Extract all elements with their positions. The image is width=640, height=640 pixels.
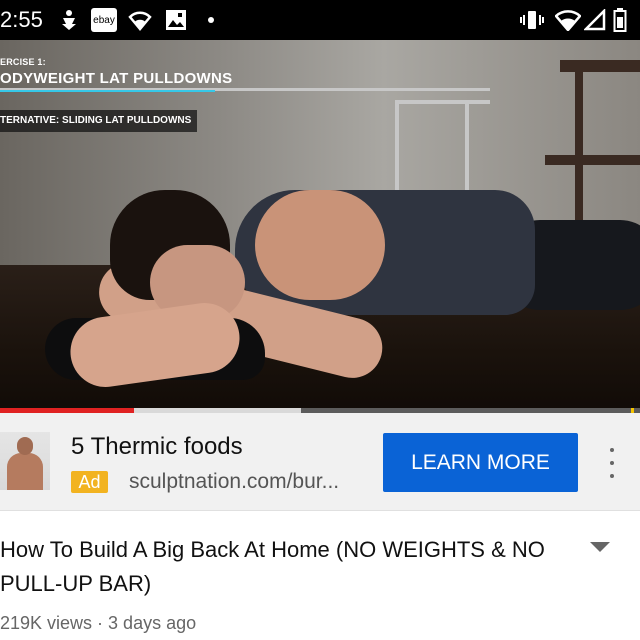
vibrate-icon [520,8,544,32]
video-overlay-alternative: TERNATIVE: SLIDING LAT PULLDOWNS [0,110,198,132]
download-icon [58,8,80,32]
more-options-icon[interactable] [602,448,622,478]
signal-icon [584,8,606,32]
ad-thumbnail[interactable] [0,432,50,490]
video-cat-tower [545,155,640,165]
video-overlay-title: ODYWEIGHT LAT PULLDOWNS [0,70,233,87]
wifi-notification-icon [127,8,153,32]
ebay-icon: ebay [91,8,117,32]
video-player[interactable]: ERCISE 1: ODYWEIGHT LAT PULLDOWNS TERNAT… [0,40,640,412]
notification-dot-icon [208,17,214,23]
video-meta: 219K views · 3 days ago [0,613,197,633]
expand-description-icon[interactable] [587,540,613,560]
battery-icon [612,8,628,32]
wifi-icon [555,8,581,32]
status-bar: 2:55 ebay [0,0,640,40]
learn-more-button[interactable]: LEARN MORE [383,433,578,492]
ad-title[interactable]: 5 Thermic foods [71,433,243,461]
ad-banner[interactable]: 5 Thermic foods Ad sculptnation.com/bur.… [0,413,640,510]
video-rail [395,100,490,104]
video-cat-tower [560,60,640,72]
video-title[interactable]: How To Build A Big Back At Home (NO WEIG… [0,533,570,601]
video-person-shoulder [255,190,385,300]
ad-badge: Ad [71,471,108,493]
video-overlay-label: ERCISE 1: [0,57,46,67]
video-overlay-accent-line [0,90,215,92]
ad-url[interactable]: sculptnation.com/bur... [129,470,339,494]
status-time: 2:55 [0,7,43,32]
divider [0,510,640,511]
image-icon [165,8,187,32]
